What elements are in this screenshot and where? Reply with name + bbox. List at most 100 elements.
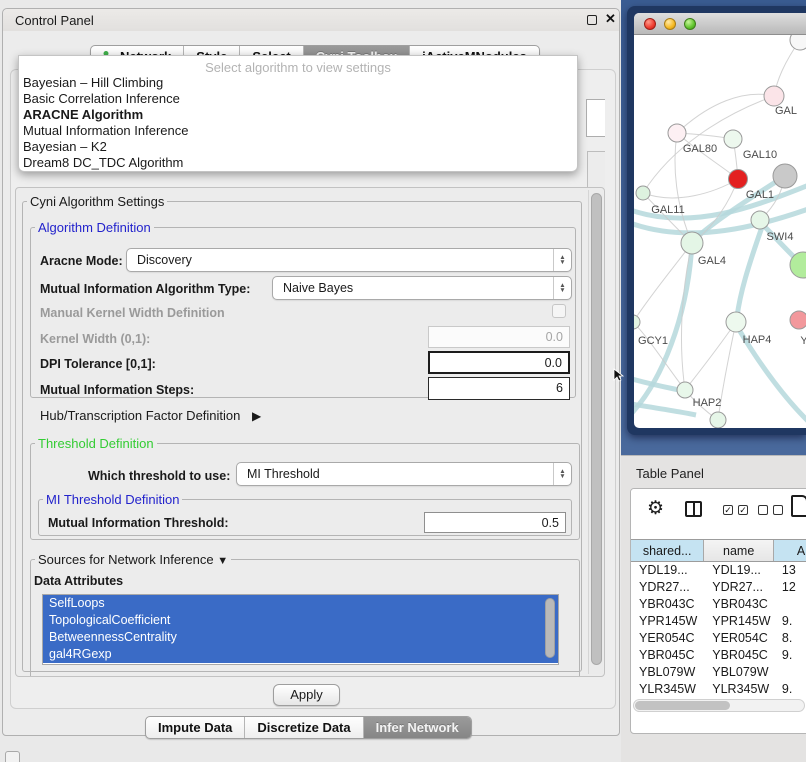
- table-row[interactable]: YPR145WYPR145W9.: [631, 614, 806, 631]
- table-cell: YPR145W: [704, 614, 774, 631]
- table-row[interactable]: YDR27...YDR27...12: [631, 580, 806, 597]
- column-header-a[interactable]: A: [774, 540, 806, 561]
- table-cell: YPR145W: [631, 614, 704, 631]
- chevron-down-icon[interactable]: ▼: [217, 555, 228, 567]
- mi-steps-field[interactable]: 6: [428, 377, 570, 400]
- dpi-tolerance-field[interactable]: 0.0: [428, 351, 570, 374]
- node-label-gal: GAL: [775, 105, 797, 117]
- network-node[interactable]: [677, 382, 693, 398]
- attribute-item-selfloops[interactable]: SelfLoops: [43, 595, 558, 612]
- aracne-mode-combo[interactable]: Discovery ▲▼: [126, 248, 572, 272]
- network-node[interactable]: [773, 164, 797, 188]
- hub-definition-label: Hub/Transcription Factor Definition: [40, 408, 240, 423]
- node-label-gal1: GAL1: [746, 189, 774, 201]
- network-window-titlebar[interactable]: [634, 13, 806, 35]
- which-threshold-value: MI Threshold: [237, 467, 553, 481]
- column-header-shared-[interactable]: shared...: [631, 540, 704, 561]
- table-cell: YBR043C: [631, 597, 704, 614]
- algorithm-option-aracne-algorithm[interactable]: ARACNE Algorithm: [19, 107, 577, 123]
- network-node[interactable]: [726, 312, 746, 332]
- aracne-mode-value: Discovery: [127, 253, 553, 267]
- close-icon[interactable]: ✕: [605, 11, 616, 27]
- attribute-item-gal4rgexp[interactable]: gal4RGexp: [43, 646, 558, 663]
- table-horizontal-scrollbar[interactable]: [633, 699, 805, 712]
- network-node[interactable]: [636, 186, 650, 200]
- network-edge[interactable]: [643, 179, 738, 198]
- zoom-traffic-icon[interactable]: [684, 18, 696, 30]
- algorithm-placeholder: Select algorithm to view settings: [19, 56, 577, 75]
- data-attributes-list[interactable]: SelfLoopsTopologicalCoefficientBetweenne…: [42, 594, 559, 665]
- table-row[interactable]: YBR043CYBR043C: [631, 597, 806, 614]
- network-node[interactable]: [634, 315, 640, 329]
- mi-algorithm-type-combo[interactable]: Naive Bayes ▲▼: [272, 276, 572, 300]
- table-row[interactable]: YLR345WYLR345W9.: [631, 682, 806, 697]
- hub-definition-section[interactable]: Hub/Transcription Factor Definition ▶: [40, 408, 261, 423]
- export-table-icon[interactable]: [791, 495, 806, 517]
- node-label-gal4: GAL4: [698, 255, 726, 267]
- mi-threshold-field[interactable]: 0.5: [424, 512, 566, 533]
- tab-label: Discretize Data: [257, 720, 350, 735]
- table-row[interactable]: YBR045CYBR045C9.: [631, 648, 806, 665]
- which-threshold-combo[interactable]: MI Threshold ▲▼: [236, 462, 572, 486]
- scrollbar-thumb[interactable]: [635, 701, 730, 710]
- kernel-width-field[interactable]: 0.0: [428, 326, 570, 348]
- chevron-right-icon[interactable]: ▶: [252, 409, 261, 423]
- unchecked-box-icon[interactable]: [758, 505, 768, 515]
- network-edge[interactable]: [677, 94, 774, 133]
- tab-discretize-data[interactable]: Discretize Data: [245, 717, 363, 738]
- node-label-hap2: HAP2: [693, 397, 722, 409]
- aracne-mode-label: Aracne Mode:: [40, 254, 123, 268]
- network-edge[interactable]: [685, 322, 736, 390]
- algorithm-option-bayesian-k2[interactable]: Bayesian – K2: [19, 139, 577, 155]
- network-node[interactable]: [710, 412, 726, 428]
- attribute-item-topologicalcoefficient[interactable]: TopologicalCoefficient: [43, 612, 558, 629]
- network-node[interactable]: [724, 130, 742, 148]
- settings-scrollbar-track[interactable]: [588, 190, 603, 674]
- table-row[interactable]: YBL079WYBL079W: [631, 665, 806, 682]
- settings-scroll-viewport: Cyni Algorithm Settings Algorithm Defini…: [15, 187, 605, 677]
- settings-scrollbar-thumb[interactable]: [591, 193, 602, 665]
- algorithm-option-bayesian-hill-climbing[interactable]: Bayesian – Hill Climbing: [19, 75, 577, 91]
- network-node[interactable]: [764, 86, 784, 106]
- unchecked-box-icon-2[interactable]: [773, 505, 783, 515]
- table-row[interactable]: YDL19...YDL19...13: [631, 563, 806, 580]
- algorithm-option-mutual-information-inference[interactable]: Mutual Information Inference: [19, 123, 577, 139]
- table-cell: 13: [774, 563, 806, 580]
- network-node[interactable]: [729, 170, 748, 189]
- cyni-algorithm-settings-title: Cyni Algorithm Settings: [27, 194, 167, 209]
- gear-icon[interactable]: ⚙: [647, 497, 664, 520]
- inference-algorithm-combo-fragment[interactable]: ▲▼: [586, 99, 605, 137]
- column-header-name[interactable]: name: [704, 540, 774, 561]
- network-node[interactable]: [751, 211, 769, 229]
- manual-kernel-width-checkbox[interactable]: [552, 304, 566, 318]
- network-node[interactable]: [790, 35, 806, 50]
- minimized-panel-icon[interactable]: [5, 751, 20, 762]
- network-node[interactable]: [668, 124, 686, 142]
- network-node[interactable]: [790, 311, 806, 329]
- table-row[interactable]: YER054CYER054C8.: [631, 631, 806, 648]
- network-node[interactable]: [681, 232, 703, 254]
- algorithm-option-basic-correlation-inference[interactable]: Basic Correlation Inference: [19, 91, 577, 107]
- close-traffic-icon[interactable]: [644, 18, 656, 30]
- network-canvas[interactable]: GALGAL80GAL10GAL1GAL11SWI4GAL4GCY1HAP4YH…: [634, 35, 806, 428]
- algorithm-dropdown-popup: Select algorithm to view settings Bayesi…: [18, 55, 578, 172]
- attribute-item-betweennesscentrality[interactable]: BetweennessCentrality: [43, 629, 558, 646]
- tab-infer-network[interactable]: Infer Network: [364, 717, 471, 738]
- mi-threshold-label: Mutual Information Threshold:: [48, 516, 229, 530]
- apply-button[interactable]: Apply: [273, 684, 340, 706]
- combo-stepper-icon: ▲▼: [553, 463, 571, 485]
- table-cell: [774, 665, 806, 682]
- checked-box-icon[interactable]: ✓: [723, 505, 733, 515]
- algorithm-option-dream8-dc-tdc-algorithm[interactable]: Dream8 DC_TDC Algorithm: [19, 155, 577, 171]
- columns-icon[interactable]: [685, 501, 702, 517]
- attributes-scrollbar-thumb[interactable]: [545, 598, 555, 658]
- tab-impute-data[interactable]: Impute Data: [146, 717, 245, 738]
- dpi-tolerance-label: DPI Tolerance [0,1]:: [40, 357, 156, 371]
- network-edge[interactable]: [634, 403, 696, 415]
- network-edge[interactable]: [737, 227, 762, 317]
- table-cell: YDL19...: [631, 563, 704, 580]
- float-window-icon[interactable]: [587, 15, 597, 25]
- minimize-traffic-icon[interactable]: [664, 18, 676, 30]
- checked-box-icon-2[interactable]: ✓: [738, 505, 748, 515]
- combo-stepper-icon: ▲▼: [553, 277, 571, 299]
